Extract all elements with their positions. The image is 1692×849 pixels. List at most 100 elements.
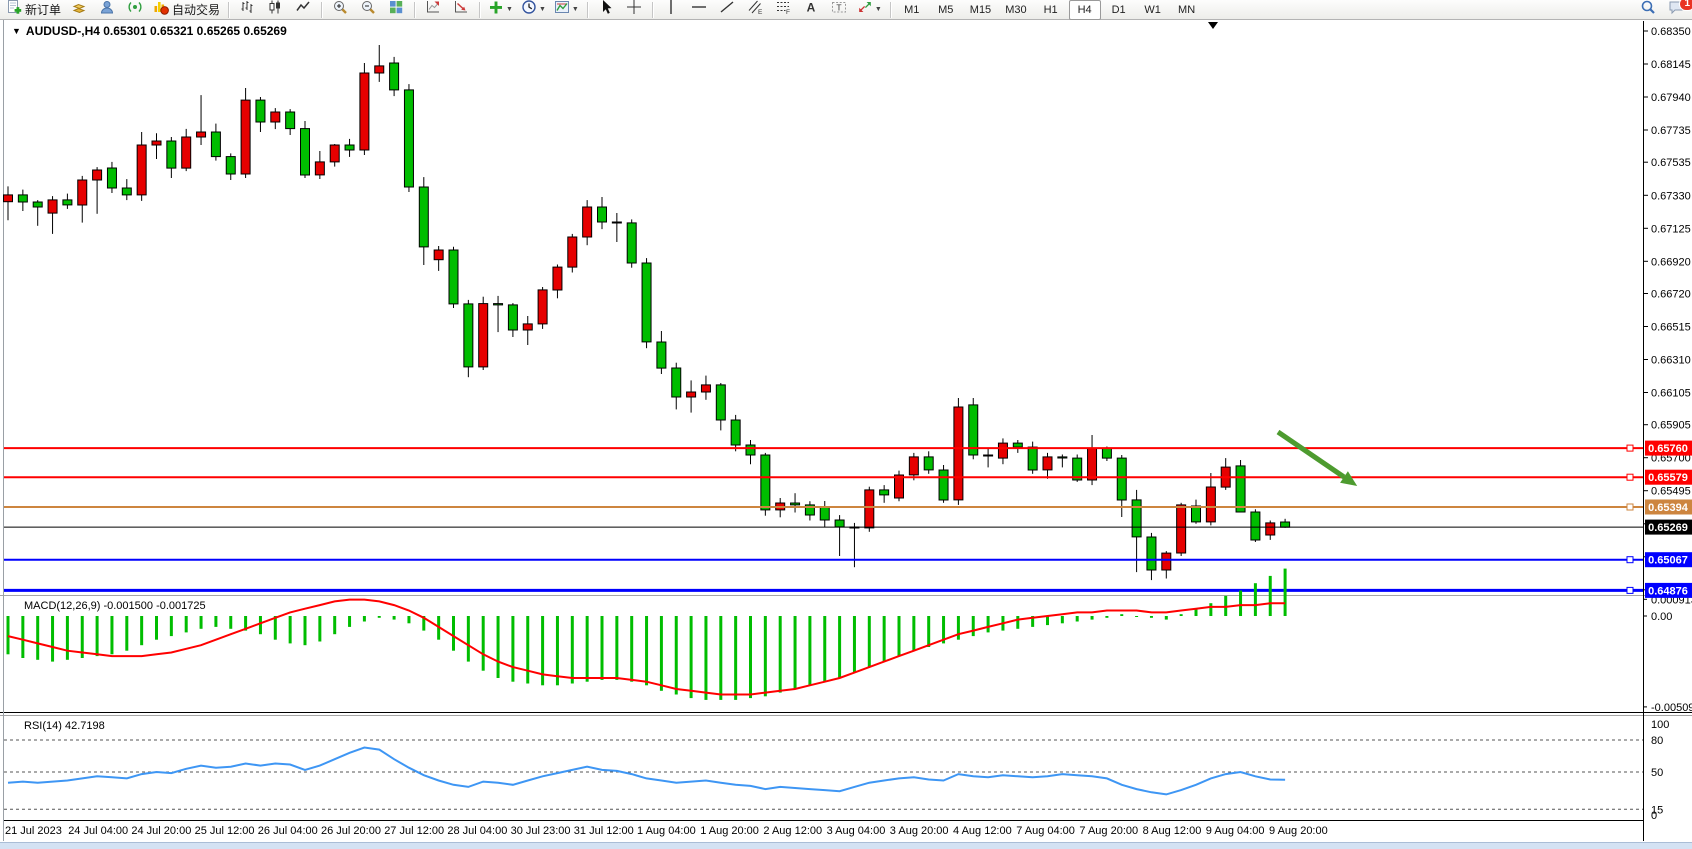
crosshair-button[interactable] bbox=[621, 0, 647, 20]
macd-histogram-bar bbox=[704, 616, 707, 700]
horizontal-level-line[interactable] bbox=[4, 557, 1643, 563]
timeframe-button-m5[interactable]: M5 bbox=[930, 0, 962, 20]
horizontal-level-line[interactable] bbox=[4, 474, 1643, 480]
macd-histogram-bar bbox=[883, 616, 886, 662]
timeframe-button-d1[interactable]: D1 bbox=[1103, 0, 1135, 20]
macd-histogram-bar bbox=[110, 616, 113, 654]
macd-histogram-bar bbox=[1046, 616, 1049, 625]
macd-histogram-bar bbox=[497, 616, 500, 678]
candle-body bbox=[78, 180, 87, 205]
macd-histogram-bar bbox=[482, 616, 485, 671]
timeframe-button-m30[interactable]: M30 bbox=[999, 0, 1032, 20]
macd-histogram-bar bbox=[21, 616, 24, 658]
candle-body bbox=[1251, 512, 1260, 540]
candle-body bbox=[301, 129, 310, 175]
candle-body bbox=[256, 100, 265, 122]
trendline-button[interactable] bbox=[714, 0, 740, 20]
tile-windows-button[interactable] bbox=[383, 0, 409, 20]
zoom-out-button[interactable] bbox=[355, 0, 381, 20]
candlestick-icon bbox=[267, 0, 283, 20]
candle-body bbox=[1177, 505, 1186, 553]
toolbar: 新订单自动交易▼▼▼EFAT▼M1M5M15M30H1H4D1W1MN1 bbox=[0, 0, 1692, 20]
auto-scroll-button[interactable] bbox=[448, 0, 474, 20]
time-tick-label: 26 Jul 04:00 bbox=[258, 825, 318, 837]
periods-button[interactable]: ▼ bbox=[518, 0, 549, 20]
chart-title: ▼AUDUSD-,H4 0.65301 0.65321 0.65265 0.65… bbox=[12, 24, 287, 38]
horizontal-level-line[interactable] bbox=[4, 445, 1643, 451]
macd-histogram-bar bbox=[36, 616, 39, 660]
horizontal-level-line[interactable] bbox=[4, 587, 1643, 593]
autotrade-button[interactable]: 自动交易 bbox=[150, 0, 223, 20]
macd-histogram-bar bbox=[853, 616, 856, 673]
chart-canvas[interactable]: 0.683500.681450.679400.677350.675350.673… bbox=[0, 0, 1692, 849]
macd-histogram-bar bbox=[630, 616, 633, 682]
templates-button[interactable]: ▼ bbox=[551, 0, 582, 20]
candle-body bbox=[1192, 506, 1201, 522]
search-button[interactable] bbox=[1635, 0, 1661, 20]
arrows-button[interactable]: ▼ bbox=[854, 0, 885, 20]
macd-histogram-bar bbox=[749, 616, 752, 698]
time-tick-label: 9 Aug 20:00 bbox=[1269, 825, 1328, 837]
line-chart-button[interactable] bbox=[290, 0, 316, 20]
zoom-out-icon bbox=[360, 0, 376, 20]
chat-button[interactable]: 1 bbox=[1663, 0, 1689, 20]
macd-histogram-bar bbox=[571, 616, 574, 684]
timeframe-button-m15[interactable]: M15 bbox=[964, 0, 997, 20]
rsi-axis: 1008050150 bbox=[1651, 719, 1669, 822]
chart-shift-button[interactable] bbox=[420, 0, 446, 20]
gold-button[interactable] bbox=[66, 0, 92, 20]
indicators-button[interactable]: ▼ bbox=[485, 0, 516, 20]
candle-body bbox=[1206, 487, 1215, 522]
line-handle[interactable] bbox=[1627, 587, 1633, 593]
candlestick-chart-button[interactable] bbox=[262, 0, 288, 20]
macd-axis: 0.0009130.00-0.005093 bbox=[1643, 594, 1692, 714]
signal-icon bbox=[127, 0, 143, 20]
candle-body bbox=[1281, 522, 1290, 527]
timeframe-button-h1[interactable]: H1 bbox=[1035, 0, 1067, 20]
cursor-button[interactable] bbox=[593, 0, 619, 20]
vline-button[interactable] bbox=[658, 0, 684, 20]
macd-histogram-bar bbox=[675, 616, 678, 695]
macd-histogram-bar bbox=[66, 616, 69, 660]
macd-histogram-bar bbox=[467, 616, 470, 662]
macd-histogram-bar bbox=[808, 616, 811, 685]
zoom-in-button[interactable] bbox=[327, 0, 353, 20]
macd-histogram-bar bbox=[407, 616, 410, 623]
signals-button[interactable] bbox=[122, 0, 148, 20]
price-tick-label: 0.65905 bbox=[1651, 420, 1691, 432]
new-order-button[interactable]: 新订单 bbox=[3, 0, 64, 20]
chevron-down-icon: ▼ bbox=[572, 6, 579, 13]
price-tick-label: 0.65495 bbox=[1651, 486, 1691, 498]
time-tick-label: 2 Aug 12:00 bbox=[763, 825, 822, 837]
chart-shift-marker[interactable] bbox=[1208, 22, 1218, 29]
candle-body bbox=[479, 304, 488, 367]
label-button[interactable]: T bbox=[826, 0, 852, 20]
timeframe-button-m1[interactable]: M1 bbox=[896, 0, 928, 20]
price-tick-label: 0.66310 bbox=[1651, 355, 1691, 367]
price-tick-label: 0.66920 bbox=[1651, 256, 1691, 268]
line-handle[interactable] bbox=[1627, 557, 1633, 563]
line-handle[interactable] bbox=[1627, 474, 1633, 480]
timeframe-button-w1[interactable]: W1 bbox=[1137, 0, 1169, 20]
timeframe-button-h4[interactable]: H4 bbox=[1069, 0, 1101, 20]
hline-button[interactable] bbox=[686, 0, 712, 20]
trading-app-window: 新订单自动交易▼▼▼EFAT▼M1M5M15M30H1H4D1W1MN1 0.6… bbox=[0, 0, 1692, 849]
macd-indicator-label: MACD(12,26,9) -0.001500 -0.001725 bbox=[24, 600, 206, 612]
line-handle[interactable] bbox=[1627, 445, 1633, 451]
timeframe-button-mn[interactable]: MN bbox=[1171, 0, 1203, 20]
candle-body bbox=[18, 195, 27, 202]
channel-button[interactable]: E bbox=[742, 0, 768, 20]
price-tick-label: 0.66515 bbox=[1651, 322, 1691, 334]
macd-histogram-bar bbox=[823, 616, 826, 682]
text-button[interactable]: A bbox=[798, 0, 824, 20]
time-tick-label: 28 Jul 04:00 bbox=[447, 825, 507, 837]
profile-button[interactable] bbox=[94, 0, 120, 20]
candle-body bbox=[746, 445, 755, 455]
bar-chart-button[interactable] bbox=[234, 0, 260, 20]
fibonacci-icon: F bbox=[775, 0, 791, 20]
candle-body bbox=[464, 304, 473, 367]
line-handle[interactable] bbox=[1627, 504, 1633, 510]
time-tick-label: 26 Jul 20:00 bbox=[321, 825, 381, 837]
fibonacci-button[interactable]: F bbox=[770, 0, 796, 20]
candle-body bbox=[998, 443, 1007, 458]
